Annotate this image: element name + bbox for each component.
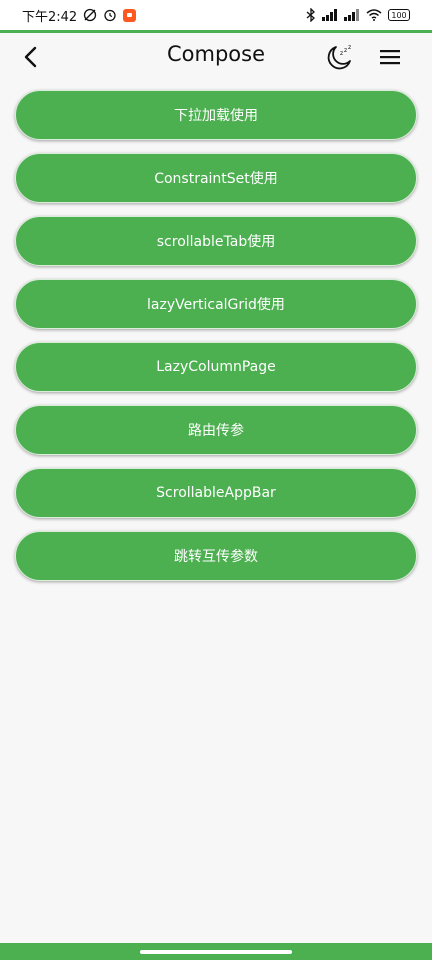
list-item-button[interactable]: 下拉加载使用 xyxy=(15,90,417,140)
list-item-button[interactable]: lazyVerticalGrid使用 xyxy=(15,279,417,329)
moon-sleep-icon[interactable]: z z z xyxy=(323,41,355,73)
page-title: Compose xyxy=(166,42,265,66)
hamburger-menu-icon[interactable] xyxy=(376,43,404,71)
status-time: 下午2:42 xyxy=(22,9,78,25)
battery-icon: 100 xyxy=(388,9,410,21)
back-arrow-icon[interactable] xyxy=(18,43,46,71)
list-item-button[interactable]: LazyColumnPage xyxy=(15,342,417,392)
status-bar: 下午2:42 100 xyxy=(0,0,432,30)
wifi-icon xyxy=(366,9,382,21)
signal-icon xyxy=(322,9,338,21)
screen-record-icon xyxy=(123,8,137,22)
svg-text:z: z xyxy=(348,44,351,51)
signal-icon-2 xyxy=(344,9,360,21)
list-item-button[interactable]: 路由传参 xyxy=(15,405,417,455)
svg-text:z: z xyxy=(340,50,343,57)
bluetooth-icon xyxy=(306,8,316,22)
list-item-button[interactable]: ScrollableAppBar xyxy=(15,468,417,518)
status-left: 下午2:42 xyxy=(22,6,137,25)
alarm-icon xyxy=(103,8,117,22)
app-bar: Compose z z z xyxy=(0,33,432,81)
list-item-button[interactable]: 跳转互传参数 xyxy=(15,531,417,581)
status-right: 100 xyxy=(306,8,410,22)
svg-text:z: z xyxy=(344,47,347,54)
no-disturb-icon xyxy=(83,8,97,22)
list-item-button[interactable]: scrollableTab使用 xyxy=(15,216,417,266)
demo-list: 下拉加载使用 ConstraintSet使用 scrollableTab使用 l… xyxy=(15,90,417,594)
list-item-button[interactable]: ConstraintSet使用 xyxy=(15,153,417,203)
navigation-bar xyxy=(0,943,432,960)
home-indicator[interactable] xyxy=(140,950,292,954)
